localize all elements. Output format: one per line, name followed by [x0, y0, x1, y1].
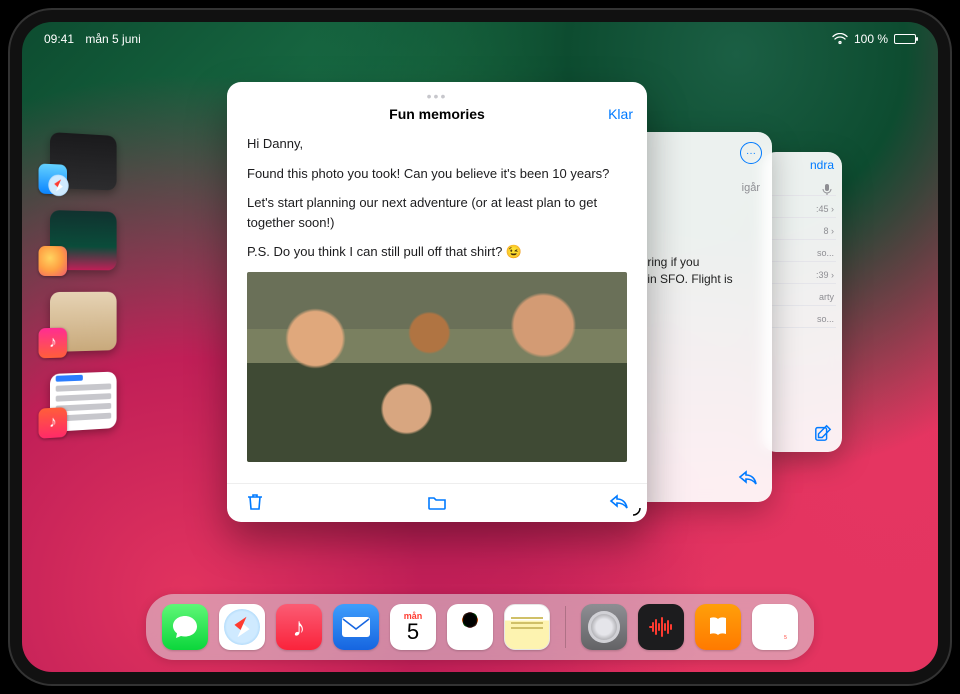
stage-thumb-safari[interactable]	[50, 132, 117, 191]
safari-icon	[224, 609, 260, 645]
dock-app-messages[interactable]	[162, 604, 208, 650]
photos-icon	[455, 612, 485, 642]
status-time: 09:41	[44, 32, 74, 46]
main-window-mail-draft[interactable]: ••• Fun memories Klar Hi Danny, Found th…	[227, 82, 647, 522]
battery-percent: 100 %	[854, 32, 888, 46]
gear-icon	[588, 611, 620, 643]
battery-icon	[894, 34, 916, 44]
mail-timestamp: igår	[634, 182, 760, 194]
dock-app-voice-memos[interactable]	[638, 604, 684, 650]
titlebar: Fun memories Klar	[227, 106, 647, 130]
dock-app-mail[interactable]	[333, 604, 379, 650]
waveform-icon	[648, 616, 674, 638]
ipad-frame: 09:41 mån 5 juni 100 % ♪ ♪	[10, 10, 950, 684]
message-toolbar	[227, 483, 647, 522]
status-bar: 09:41 mån 5 juni 100 %	[22, 28, 938, 50]
dock-separator	[565, 606, 566, 648]
dock-app-safari[interactable]	[219, 604, 265, 650]
dock-app-notes[interactable]	[504, 604, 550, 650]
mail-icon	[341, 616, 371, 638]
stage-thumb-photos[interactable]	[50, 210, 117, 270]
books-icon	[704, 613, 732, 641]
paragraph: Let's start planning our next adventure …	[247, 193, 627, 232]
dock: ♪ mån 5	[146, 594, 814, 660]
more-icon[interactable]: ···	[740, 142, 762, 164]
bg-window-notes[interactable]: ndra :45 › 8 › so... :39 › arty so...	[762, 152, 842, 452]
notes-header-action[interactable]: ndra	[762, 152, 842, 174]
status-left: 09:41 mån 5 juni	[44, 32, 149, 46]
dock-app-settings[interactable]	[581, 604, 627, 650]
list-item[interactable]: arty	[768, 292, 836, 306]
list-item[interactable]: :39 ›	[768, 270, 836, 284]
list-item[interactable]	[768, 182, 836, 196]
window-grabber-icon[interactable]: •••	[427, 88, 448, 104]
trash-icon[interactable]	[245, 492, 265, 512]
dock-app-books[interactable]	[695, 604, 741, 650]
music-icon: ♪	[293, 612, 306, 643]
list-item[interactable]: so...	[768, 248, 836, 262]
done-button[interactable]: Klar	[608, 106, 633, 122]
safari-icon	[39, 163, 67, 194]
screen: 09:41 mån 5 juni 100 % ♪ ♪	[22, 22, 938, 672]
reply-icon[interactable]	[738, 468, 758, 488]
dock-app-music[interactable]: ♪	[276, 604, 322, 650]
stage-thumb-music[interactable]: ♪	[50, 292, 117, 352]
dock-app-library[interactable]: 5	[752, 604, 798, 650]
music-icon: ♪	[39, 328, 67, 359]
dock-app-calendar[interactable]: mån 5	[390, 604, 436, 650]
resize-handle-icon[interactable]	[625, 500, 641, 516]
calendar-day-label: 5	[407, 621, 419, 643]
dock-app-photos[interactable]	[447, 604, 493, 650]
status-right: 100 %	[832, 32, 916, 46]
mail-body-preview: dering if you m in SFO. Flight is	[634, 254, 760, 288]
paragraph: P.S. Do you think I can still pull off t…	[247, 242, 627, 262]
window-title: Fun memories	[389, 106, 485, 122]
attached-photo[interactable]	[247, 272, 627, 462]
list-item[interactable]: 8 ›	[768, 226, 836, 240]
status-date: mån 5 juni	[85, 32, 140, 46]
folder-icon[interactable]	[427, 492, 447, 512]
stage-thumb-player[interactable]: ♪	[50, 372, 117, 432]
photos-icon	[39, 246, 67, 276]
paragraph: Found this photo you took! Can you belie…	[247, 164, 627, 184]
greeting-text: Hi Danny,	[247, 134, 627, 154]
wifi-icon	[832, 33, 848, 45]
music-app-icon: ♪	[39, 407, 67, 439]
messages-icon	[171, 614, 199, 640]
list-item[interactable]: so...	[768, 314, 836, 328]
compose-icon[interactable]	[814, 424, 832, 442]
message-body[interactable]: Hi Danny, Found this photo you took! Can…	[227, 130, 647, 483]
stage-manager-strip: ♪ ♪	[50, 132, 117, 432]
list-item[interactable]: :45 ›	[768, 204, 836, 218]
mic-icon	[820, 182, 834, 196]
